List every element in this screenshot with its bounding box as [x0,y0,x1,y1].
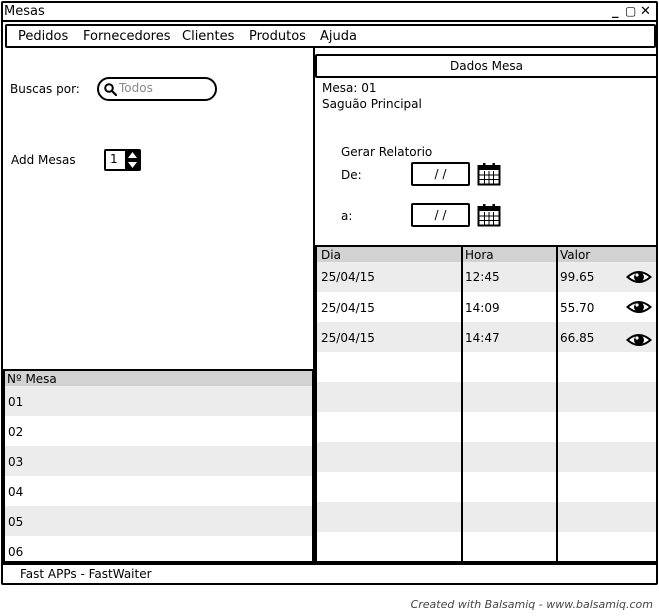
stepper-arrows-icon[interactable] [127,151,138,169]
mesa-row-01[interactable]: 01 [8,394,23,410]
window-title: Mesas [4,4,45,19]
add-mesas-value: 1 [110,152,118,166]
report-title: Gerar Relatorio [341,145,433,159]
eye-icon[interactable] [626,268,652,286]
menu-fornecedores[interactable]: Fornecedores [83,28,171,45]
order-hora: 14:09 [465,301,500,315]
order-hora: 14:47 [465,331,500,345]
mesa-location: Saguão Principal [322,97,422,111]
search-icon [104,83,117,96]
order-hora: 12:45 [465,270,500,284]
table-row[interactable] [5,506,312,536]
column-header-dia: Dia [321,248,341,262]
order-dia: 25/04/15 [321,270,375,284]
menu-pedidos[interactable]: Pedidos [18,28,68,45]
title-bar [3,3,656,22]
column-divider [556,245,558,563]
order-valor: 66.85 [560,331,595,345]
order-dia: 25/04/15 [321,331,375,345]
mesa-row-03[interactable]: 03 [8,454,23,470]
calendar-icon[interactable] [477,162,501,186]
column-divider [461,245,463,563]
maximize-button[interactable]: ▢ [625,3,636,20]
search-placeholder: Todos [119,81,153,95]
menu-clientes[interactable]: Clientes [182,28,234,45]
eye-icon[interactable] [626,331,652,349]
mesa-row-06[interactable]: 06 [8,544,23,560]
order-dia: 25/04/15 [321,301,375,315]
column-header-hora: Hora [465,248,494,262]
eye-icon[interactable] [626,298,652,316]
add-mesas-label: Add Mesas [11,153,76,167]
mesa-number: Mesa: 01 [322,81,377,95]
order-valor: 55.70 [560,301,595,315]
balsamiq-credit: Created with Balsamiq - www.balsamiq.com [410,598,653,611]
mesa-row-02[interactable]: 02 [8,424,23,440]
mesa-row-04[interactable]: 04 [8,484,23,500]
from-date-field[interactable]: / / [411,162,470,186]
mesa-row-05[interactable]: 05 [8,514,23,530]
table-row [317,382,656,412]
menu-ajuda[interactable]: Ajuda [320,28,357,45]
to-date-field[interactable]: / / [411,203,470,227]
order-valor: 99.65 [560,270,595,284]
mesa-column-header: Nº Mesa [7,372,57,386]
table-row[interactable] [5,446,312,476]
table-row [317,502,656,532]
menu-produtos[interactable]: Produtos [249,28,306,45]
to-label: a: [341,209,353,223]
close-button[interactable]: ✕ [640,3,651,20]
panel-title: Dados Mesa [315,54,658,78]
column-header-valor: Valor [560,248,591,262]
table-row [317,442,656,472]
calendar-icon[interactable] [477,203,501,227]
from-label: De: [341,168,362,182]
search-label: Buscas por: [10,82,80,96]
status-text: Fast APPs - FastWaiter [20,567,152,581]
minimize-button[interactable]: _ [612,3,619,20]
table-row[interactable] [5,386,312,416]
